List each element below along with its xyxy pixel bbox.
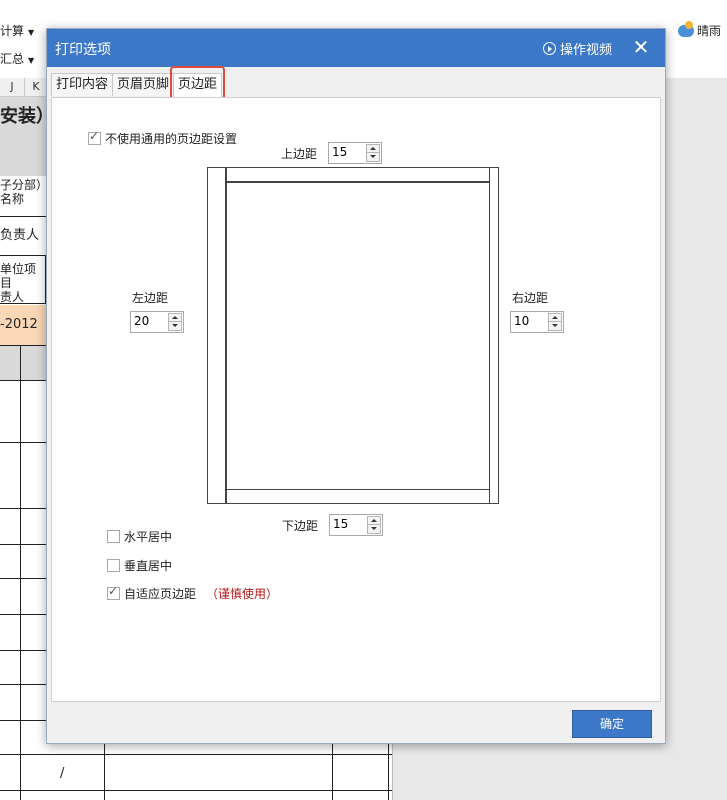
cell-text: 名称 — [0, 192, 25, 206]
left-margin-input[interactable] — [131, 312, 171, 330]
margin-settings-panel: 不使用通用的页边距设置 上边距 左边距 右边距 — [51, 97, 661, 702]
bottom-margin-label: 下边距 — [282, 519, 319, 533]
use-global-margin-checkbox[interactable]: 不使用通用的页边距设置 — [88, 129, 238, 147]
decrement-arrow-icon[interactable] — [548, 321, 562, 331]
operation-video-label: 操作视频 — [560, 43, 613, 58]
tab-page-margin[interactable]: 页边距 — [173, 73, 223, 98]
calc-menu[interactable]: 计算 ▼ — [0, 22, 34, 39]
checkbox-box — [107, 559, 120, 572]
weather-label: 晴雨 — [697, 24, 722, 38]
summary-menu[interactable]: 汇总 ▼ — [0, 50, 34, 67]
use-global-margin-label: 不使用通用的页边距设置 — [105, 132, 238, 146]
decrement-arrow-icon[interactable] — [168, 321, 182, 331]
right-margin-input[interactable] — [511, 312, 551, 330]
grid-line — [0, 684, 46, 685]
cell-slash: / — [60, 766, 65, 781]
print-options-dialog: 打印选项 操作视频 ✕ 打印内容 页眉页脚 页边距 不使用通用的页边距设置 上边… — [46, 28, 666, 744]
grid-line — [0, 720, 46, 721]
cell-text: 单位项目 — [0, 262, 37, 290]
decrement-arrow-icon[interactable] — [366, 152, 380, 162]
operation-video-button[interactable]: 操作视频 — [543, 39, 612, 58]
top-margin-input[interactable] — [329, 143, 369, 161]
table-cell[interactable] — [0, 346, 47, 381]
grid-line — [0, 544, 46, 545]
top-margin-spinner[interactable] — [328, 142, 382, 164]
grid-line — [0, 614, 46, 615]
grid-line — [0, 790, 392, 791]
close-button[interactable]: ✕ — [629, 35, 653, 59]
table-cell[interactable]: 单位项目 责人 — [0, 256, 46, 304]
center-horizontal-checkbox[interactable]: 水平居中 — [107, 528, 172, 545]
dialog-titlebar[interactable]: 打印选项 操作视频 ✕ — [47, 29, 665, 67]
tab-print-content[interactable]: 打印内容 — [51, 73, 114, 96]
weather-widget[interactable]: 晴雨 — [678, 20, 722, 39]
page-margin-preview — [207, 167, 499, 504]
column-header[interactable]: J — [0, 78, 25, 97]
grid-line — [0, 508, 46, 509]
top-margin-line — [226, 181, 490, 183]
auto-fit-margin-checkbox[interactable]: 自适应页边距 （谨慎使用） — [107, 584, 279, 602]
cell-text: 子分部） — [0, 178, 47, 192]
left-margin-label: 左边距 — [132, 291, 169, 305]
checkbox-box — [88, 129, 101, 145]
bottom-margin-input[interactable] — [330, 515, 370, 533]
table-cell[interactable]: 负责人 — [0, 217, 47, 256]
auto-fit-margin-label: 自适应页边距 — [124, 587, 197, 601]
left-margin-spinner[interactable] — [130, 311, 184, 333]
close-icon: ✕ — [632, 35, 650, 59]
grid-line — [0, 578, 46, 579]
sheet-title-cell[interactable]: 安装） — [0, 97, 46, 176]
center-vertical-label: 垂直居中 — [124, 559, 173, 573]
table-cell[interactable]: 子分部） 名称 — [0, 178, 47, 217]
grid-line — [0, 650, 46, 651]
play-icon — [543, 42, 556, 55]
checkbox-box — [107, 584, 120, 600]
chevron-down-icon: ▼ — [28, 28, 35, 37]
right-margin-label: 右边距 — [512, 291, 549, 305]
decrement-arrow-icon[interactable] — [367, 524, 381, 534]
top-margin-label: 上边距 — [281, 147, 318, 161]
right-margin-spinner[interactable] — [510, 311, 564, 333]
center-horizontal-label: 水平居中 — [124, 530, 173, 544]
table-cell[interactable]: -2012 — [0, 305, 47, 346]
auto-fit-warning-note: （谨慎使用） — [206, 587, 279, 601]
weather-icon — [678, 20, 694, 37]
column-header[interactable]: K — [25, 78, 48, 97]
bottom-margin-spinner[interactable] — [329, 514, 383, 536]
cell-text: 责人 — [0, 290, 25, 304]
grid-line — [0, 442, 46, 443]
center-vertical-checkbox[interactable]: 垂直居中 — [107, 557, 172, 574]
right-margin-line — [488, 168, 490, 503]
grid-line — [20, 346, 21, 800]
grid-line — [0, 754, 392, 755]
ok-button[interactable]: 确定 — [572, 710, 652, 738]
tab-bar: 打印内容 页眉页脚 页边距 — [51, 73, 223, 98]
bottom-margin-line — [226, 488, 490, 490]
dialog-title: 打印选项 — [55, 42, 111, 58]
calc-menu-label: 计算 — [0, 24, 25, 38]
chevron-down-icon: ▼ — [28, 56, 35, 65]
left-margin-line — [225, 168, 227, 503]
checkbox-box — [107, 530, 120, 543]
summary-menu-label: 汇总 — [0, 52, 25, 66]
tab-header-footer[interactable]: 页眉页脚 — [112, 73, 175, 96]
